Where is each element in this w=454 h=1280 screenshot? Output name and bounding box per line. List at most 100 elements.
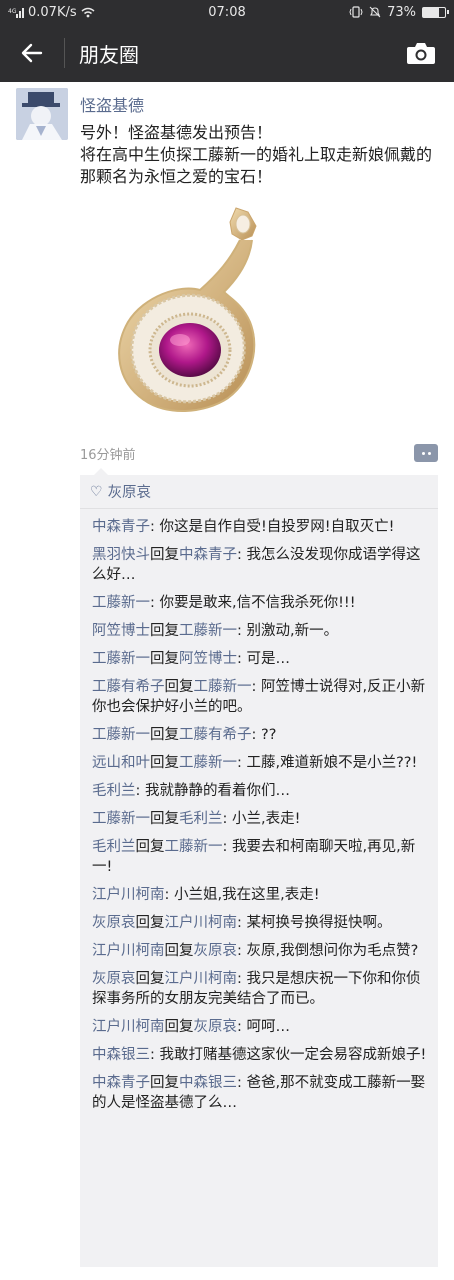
status-right: 73% (349, 4, 449, 20)
reply-target-name[interactable]: 江户川柯南 (165, 915, 238, 931)
comment-text: : 小兰,表走! (222, 811, 301, 827)
post-text-line: 将在高中生侦探工藤新一的婚礼上取走新娘佩戴的那颗名为永恒之爱的宝石！ (80, 145, 433, 186)
wifi-icon (81, 7, 95, 17)
post-photo[interactable] (80, 204, 304, 430)
comment-text: : 小兰姐,我在这里,表走! (164, 887, 320, 903)
reply-label: 回复 (150, 727, 179, 743)
reply-target-name[interactable]: 毛利兰 (179, 811, 223, 827)
commenter-name[interactable]: 灰原哀 (92, 971, 136, 987)
reply-label: 回复 (135, 839, 165, 855)
reply-target-name[interactable]: 灰原哀 (194, 1019, 238, 1035)
battery-percent: 73% (387, 4, 416, 20)
commenter-name[interactable]: 江户川柯南 (92, 887, 165, 903)
comment-text: : 我敢打赌基德这家伙一定会易容成新娘子! (150, 1047, 427, 1063)
gem-pendant-image (80, 204, 304, 430)
commenter-name[interactable]: 黑羽快斗 (92, 547, 150, 563)
comment-item[interactable]: 工藤新一回复阿笠博士: 可是… (80, 641, 438, 669)
signal-icon: 4G (8, 8, 24, 18)
reply-target-name[interactable]: 工藤新一 (194, 679, 252, 695)
avatar[interactable] (16, 88, 68, 140)
reply-target-name[interactable]: 工藤新一 (179, 755, 237, 771)
back-button[interactable] (0, 24, 64, 82)
reply-label: 回复 (150, 651, 179, 667)
commenter-name[interactable]: 江户川柯南 (92, 943, 165, 959)
commenter-name[interactable]: 中森青子 (92, 519, 150, 535)
reply-target-name[interactable]: 阿笠博士 (179, 651, 237, 667)
commenter-name[interactable]: 远山和叶 (92, 755, 150, 771)
reply-target-name[interactable]: 中森青子 (179, 547, 237, 563)
reply-target-name[interactable]: 工藤新一 (179, 623, 237, 639)
commenter-name[interactable]: 毛利兰 (92, 839, 136, 855)
comment-item[interactable]: 毛利兰回复工藤新一: 我要去和柯南聊天啦,再见,新一! (80, 829, 438, 877)
reply-target-name[interactable]: 工藤新一 (165, 839, 223, 855)
reply-label: 回复 (164, 1019, 194, 1035)
network-speed: 0.07K/s (28, 4, 77, 20)
comment-text: : 工藤,难道新娘不是小兰??! (237, 755, 418, 771)
vibrate-icon (349, 6, 363, 18)
comment-item[interactable]: 中森青子: 你这是自作自受!自投罗网!自取灭亡! (80, 509, 438, 537)
comment-more-button[interactable] (414, 444, 438, 462)
liker-name[interactable]: 灰原哀 (108, 481, 152, 502)
comment-item[interactable]: 中森青子回复中森银三: 爸爸,那不就变成工藤新一娶的人是怪盗基德了么… (80, 1065, 438, 1113)
svg-text:4G: 4G (8, 8, 17, 15)
reply-label: 回复 (150, 623, 179, 639)
commenter-name[interactable]: 江户川柯南 (92, 1019, 165, 1035)
status-bar: 4G 0.07K/s 07:08 73% (0, 0, 454, 24)
commenter-name[interactable]: 阿笠博士 (92, 623, 150, 639)
comment-item[interactable]: 灰原哀回复江户川柯南: 我只是想庆祝一下你和你侦探事务所的女朋友完美结合了而已。 (80, 961, 438, 1009)
comment-item[interactable]: 工藤新一回复工藤有希子: ?? (80, 717, 438, 745)
commenter-name[interactable]: 中森银三 (92, 1047, 150, 1063)
commenter-name[interactable]: 中森青子 (92, 1075, 150, 1091)
dot-icon (421, 451, 425, 455)
comment-text: : 某柯换号换得挺快啊。 (237, 915, 392, 931)
post-text: 号外！怪盗基德发出预告！ 将在高中生侦探工藤新一的婚礼上取走新娘佩戴的那颗名为永… (80, 122, 440, 188)
reply-label: 回复 (150, 811, 179, 827)
commenter-name[interactable]: 工藤新一 (92, 651, 150, 667)
comment-item[interactable]: 江户川柯南回复灰原哀: 灰原,我倒想问你为毛点赞? (80, 933, 438, 961)
battery-icon (422, 6, 449, 18)
page-title: 朋友圈 (79, 42, 139, 67)
comment-item[interactable]: 工藤新一回复毛利兰: 小兰,表走! (80, 801, 438, 829)
reply-label: 回复 (150, 547, 179, 563)
camera-button[interactable] (388, 24, 454, 82)
comment-text: : 别激动,新一。 (237, 623, 339, 639)
status-left: 4G 0.07K/s (8, 5, 349, 20)
reply-label: 回复 (164, 943, 194, 959)
comment-list: 中森青子: 你这是自作自受!自投罗网!自取灭亡! 黑羽快斗回复中森青子: 我怎么没… (80, 509, 438, 1113)
commenter-name[interactable]: 工藤有希子 (92, 679, 165, 695)
comment-item[interactable]: 灰原哀回复江户川柯南: 某柯换号换得挺快啊。 (80, 905, 438, 933)
comment-item[interactable]: 远山和叶回复工藤新一: 工藤,难道新娘不是小兰??! (80, 745, 438, 773)
commenter-name[interactable]: 毛利兰 (92, 783, 136, 799)
comment-item[interactable]: 阿笠博士回复工藤新一: 别激动,新一。 (80, 613, 438, 641)
commenter-name[interactable]: 灰原哀 (92, 915, 136, 931)
battery-level (423, 7, 440, 17)
reply-label: 回复 (164, 679, 194, 695)
comments-panel: ♡ 灰原哀 中森青子: 你这是自作自受!自投罗网!自取灭亡! 黑羽快斗回复中森青子… (80, 468, 438, 1267)
dot-icon (427, 451, 431, 455)
comment-text: : ?? (251, 727, 277, 743)
comment-item[interactable]: 江户川柯南: 小兰姐,我在这里,表走! (80, 877, 438, 905)
author-name[interactable]: 怪盗基德 (80, 92, 144, 116)
reply-target-name[interactable]: 灰原哀 (194, 943, 238, 959)
heart-icon: ♡ (90, 483, 103, 500)
comment-text: : 可是… (237, 651, 290, 667)
mute-bell-icon (369, 6, 381, 18)
nav-bar: 朋友圈 (0, 24, 454, 82)
comment-item[interactable]: 毛利兰: 我就静静的看着你们… (80, 773, 438, 801)
comment-item[interactable]: 工藤新一: 你要是敢来,信不信我杀死你!!! (80, 585, 438, 613)
comment-item[interactable]: 黑羽快斗回复中森青子: 我怎么没发现你成语学得这么好… (80, 537, 438, 585)
back-arrow-icon (21, 43, 43, 63)
comment-text: : 呵呵… (237, 1019, 290, 1035)
comment-item[interactable]: 工藤有希子回复工藤新一: 阿笠博士说得对,反正小新你也会保护好小兰的吧。 (80, 669, 438, 717)
comment-item[interactable]: 江户川柯南回复灰原哀: 呵呵… (80, 1009, 438, 1037)
reply-target-name[interactable]: 工藤有希子 (179, 727, 252, 743)
reply-label: 回复 (135, 915, 165, 931)
commenter-name[interactable]: 工藤新一 (92, 727, 150, 743)
commenter-name[interactable]: 工藤新一 (92, 811, 150, 827)
commenter-name[interactable]: 工藤新一 (92, 595, 150, 611)
kid-avatar-icon (16, 88, 68, 140)
comment-item[interactable]: 中森银三: 我敢打赌基德这家伙一定会易容成新娘子! (80, 1037, 438, 1065)
reply-target-name[interactable]: 江户川柯南 (165, 971, 238, 987)
comment-text: : 你这是自作自受!自投罗网!自取灭亡! (150, 519, 395, 535)
reply-target-name[interactable]: 中森银三 (179, 1075, 237, 1091)
